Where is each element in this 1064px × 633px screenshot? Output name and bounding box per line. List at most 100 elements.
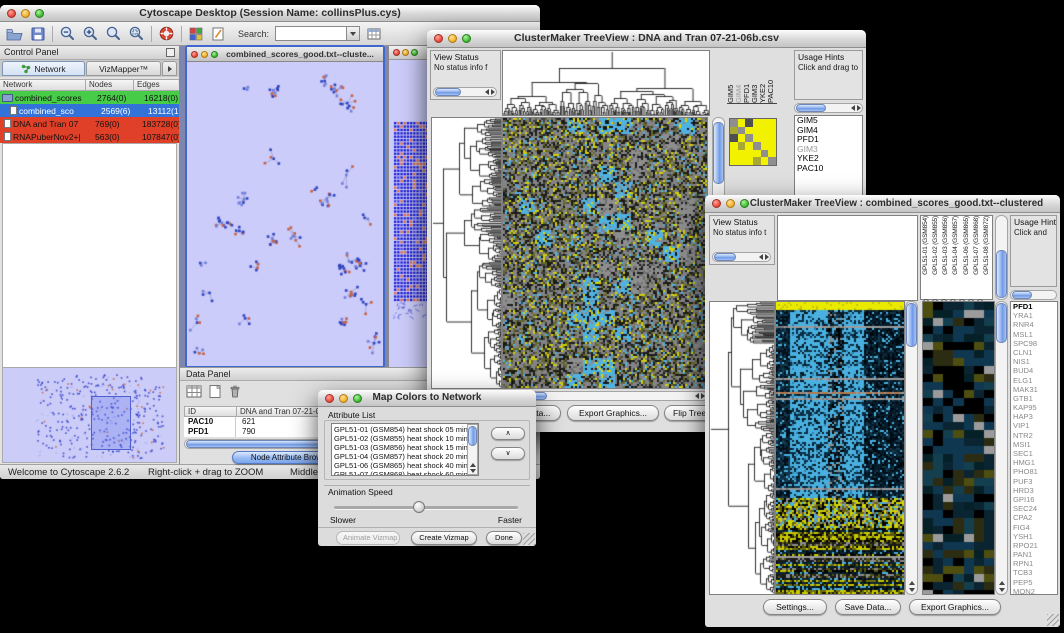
tv2-global-vscrollbar[interactable] (905, 301, 918, 595)
close-button[interactable] (325, 394, 334, 403)
matrix-cell[interactable] (730, 150, 738, 158)
matrix-cell[interactable] (738, 150, 746, 158)
matrix-cell[interactable] (745, 134, 753, 142)
tv2-gene-label[interactable]: RPN1 (1013, 559, 1057, 568)
zoom-in-icon[interactable] (82, 25, 99, 42)
tv1-zoom-matrix[interactable] (729, 118, 777, 166)
attribute-item[interactable]: GPL51-04 (GSM857) heat shock 20 min (334, 452, 476, 461)
matrix-cell[interactable] (730, 127, 738, 135)
tv2-settings-button[interactable]: Settings... (763, 599, 827, 615)
tv2-gene-label[interactable]: YSH1 (1013, 532, 1057, 541)
done-button[interactable]: Done (486, 531, 522, 545)
tv2-gene-label[interactable]: MSI1 (1013, 440, 1057, 449)
tv2-gene-label[interactable]: FIG4 (1013, 523, 1057, 532)
search-input[interactable] (275, 26, 347, 41)
tv2-column-label[interactable]: GPL51-07 (GSM868) (972, 216, 982, 275)
matrix-cell[interactable] (738, 142, 746, 150)
annotation-icon[interactable] (210, 26, 226, 42)
matrix-cell[interactable] (768, 150, 776, 158)
tv2-gene-label[interactable]: RPO21 (1013, 541, 1057, 550)
tv2-gene-label[interactable]: RNR4 (1013, 320, 1057, 329)
tv2-column-label[interactable]: GPL51-06 (GSM865) (962, 216, 972, 275)
matrix-cell[interactable] (745, 119, 753, 127)
tv2-column-label[interactable]: GPL51-02 (GSM855) (931, 216, 941, 275)
tv1-heatmap[interactable] (502, 117, 708, 389)
matrix-cell[interactable] (738, 134, 746, 142)
tv2-gene-label[interactable]: HMG1 (1013, 458, 1057, 467)
close-button[interactable] (712, 199, 721, 208)
minimize-button[interactable] (448, 34, 457, 43)
col-edges[interactable]: Edges (134, 80, 178, 90)
minimize-button[interactable] (21, 9, 30, 18)
tv2-gene-label[interactable]: NIS1 (1013, 357, 1057, 366)
scrollbar-thumb[interactable] (906, 303, 917, 347)
scrollbar-arrows[interactable] (851, 104, 861, 112)
matrix-cell[interactable] (738, 157, 746, 165)
tv1-column-label[interactable]: PFD1 (743, 50, 751, 103)
tv1-column-label[interactable]: GIM3 (751, 50, 759, 103)
treeview2-titlebar[interactable]: ClusterMaker TreeView : combined_scores_… (705, 195, 1060, 213)
view-status-scrollbar[interactable] (433, 87, 497, 97)
tv2-gene-label[interactable]: PFD1 (1013, 302, 1057, 311)
vizmapper-icon[interactable] (188, 26, 204, 42)
close-button[interactable] (434, 34, 443, 43)
scrollbar-thumb[interactable] (713, 122, 724, 184)
zoom-button[interactable] (411, 49, 418, 56)
tv2-gene-label[interactable]: SPC98 (1013, 339, 1057, 348)
matrix-cell[interactable] (730, 157, 738, 165)
birdseye-canvas[interactable] (3, 368, 176, 462)
zoom-button[interactable] (353, 394, 362, 403)
matrix-cell[interactable] (745, 127, 753, 135)
tv2-gene-label[interactable]: HAP3 (1013, 412, 1057, 421)
matrix-cell[interactable] (768, 142, 776, 150)
move-down-button[interactable]: ∨ (491, 447, 525, 460)
move-up-button[interactable]: ∧ (491, 427, 525, 440)
matrix-cell[interactable] (753, 127, 761, 135)
matrix-cell[interactable] (768, 134, 776, 142)
zoom-button[interactable] (35, 9, 44, 18)
speed-slider-track[interactable] (334, 506, 518, 509)
tv2-gene-label[interactable]: SEC24 (1013, 504, 1057, 513)
matrix-cell[interactable] (761, 119, 769, 127)
matrix-cell[interactable] (753, 119, 761, 127)
view-status-scrollbar[interactable] (712, 252, 771, 262)
tab-vizmapper[interactable]: VizMapper™ (86, 61, 161, 76)
tv2-column-label[interactable]: GPL51-04 (GSM857) (951, 216, 961, 275)
matrix-cell[interactable] (745, 157, 753, 165)
matrix-cell[interactable] (753, 134, 761, 142)
zoom-actual-icon[interactable] (105, 25, 122, 42)
tv2-column-dendrogram[interactable] (777, 215, 918, 301)
matrix-cell[interactable] (738, 127, 746, 135)
tv2-gene-label[interactable]: VIP1 (1013, 421, 1057, 430)
zoom-out-icon[interactable] (59, 25, 76, 42)
tv2-gene-label[interactable]: CPA2 (1013, 513, 1057, 522)
col-nodes[interactable]: Nodes (86, 80, 134, 90)
zoom-button[interactable] (462, 34, 471, 43)
tv2-gene-label[interactable]: MON2 (1013, 587, 1057, 595)
tv2-gene-label[interactable]: MSL1 (1013, 330, 1057, 339)
attribute-item[interactable]: GPL51-03 (GSM856) heat shock 15 min (334, 443, 476, 452)
resize-grip[interactable] (1047, 614, 1059, 626)
matrix-cell[interactable] (761, 157, 769, 165)
tv1-column-label[interactable]: PAC10 (767, 50, 775, 103)
cytoscape-titlebar[interactable]: Cytoscape Desktop (Session Name: collins… (0, 5, 540, 22)
birdseye-view[interactable] (2, 367, 177, 463)
scrollbar-thumb[interactable] (796, 104, 826, 112)
minimize-button[interactable] (402, 49, 409, 56)
help-icon[interactable] (158, 25, 175, 42)
tv2-column-label[interactable]: GPL51-08 (GSM872) (982, 216, 992, 275)
matrix-cell[interactable] (753, 142, 761, 150)
tv2-gene-label[interactable]: YRA1 (1013, 311, 1057, 320)
attribute-scrollbar[interactable] (467, 424, 478, 475)
scrollbar-arrows[interactable] (468, 463, 477, 473)
close-button[interactable] (393, 49, 400, 56)
matrix-cell[interactable] (768, 157, 776, 165)
tv2-gene-label[interactable]: KAP95 (1013, 403, 1057, 412)
birdseye-viewport-rect[interactable] (91, 396, 131, 450)
matrix-cell[interactable] (761, 150, 769, 158)
delete-attribute-icon[interactable] (228, 384, 242, 399)
float-panel-icon[interactable] (166, 48, 175, 57)
tv1-column-label[interactable]: GIM5 (727, 50, 735, 103)
attribute-item[interactable]: GPL51-07 (GSM868) heat shock 60 min (334, 470, 476, 476)
close-button[interactable] (191, 51, 198, 58)
